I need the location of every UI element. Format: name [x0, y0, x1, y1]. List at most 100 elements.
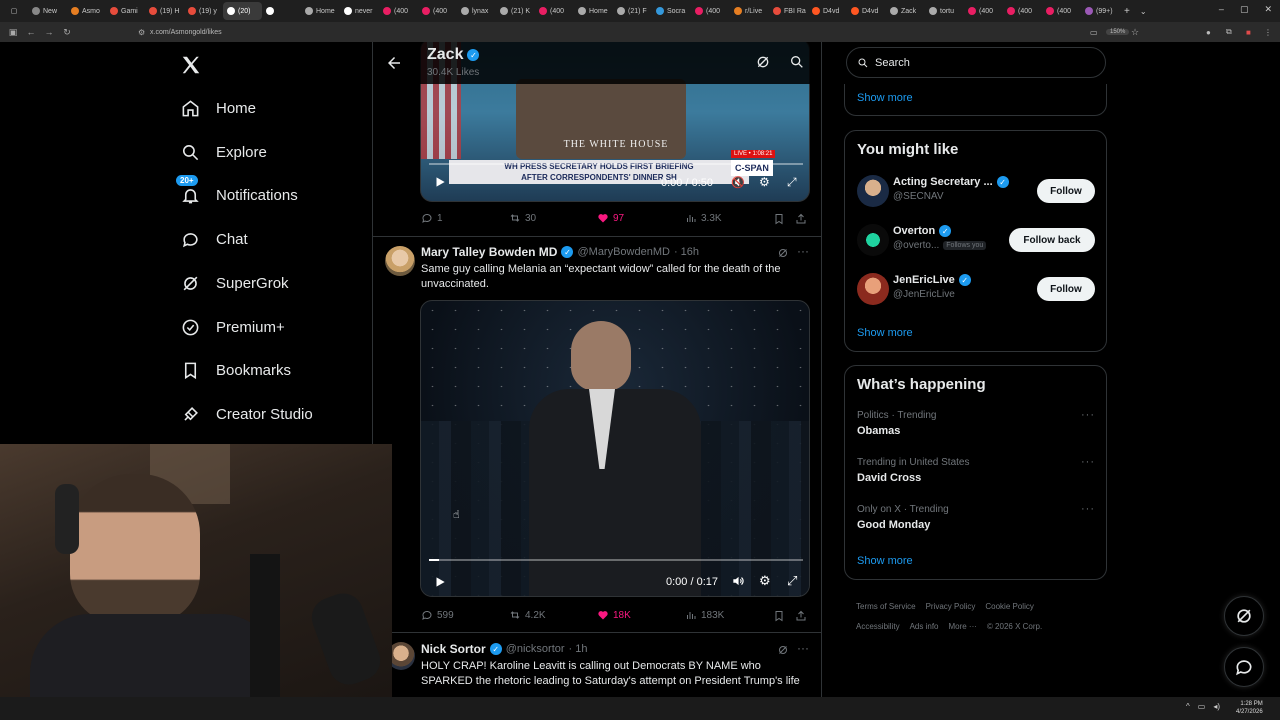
- nav-item-notifications[interactable]: 20+ Notifications: [176, 175, 298, 207]
- bookmark-icon[interactable]: [773, 212, 785, 230]
- browser-tab[interactable]: Gami: [106, 2, 145, 20]
- video-progress-bar[interactable]: [429, 559, 803, 561]
- bookmark-icon[interactable]: [773, 609, 785, 627]
- suggested-user-name[interactable]: Overton ✓: [893, 225, 952, 237]
- views-button[interactable]: 3.3K: [685, 212, 722, 224]
- browser-tab[interactable]: (400: [1042, 2, 1081, 20]
- new-tab-button[interactable]: +: [1124, 6, 1130, 17]
- play-icon[interactable]: [433, 175, 447, 194]
- browser-tab[interactable]: (19) y: [184, 2, 223, 20]
- browser-tab[interactable]: lynax: [457, 2, 496, 20]
- trend-name[interactable]: Obamas: [857, 425, 900, 437]
- settings-icon[interactable]: ⚙: [759, 175, 770, 189]
- extensions-icon[interactable]: ⧉: [1226, 27, 1232, 37]
- back-arrow-icon[interactable]: [385, 54, 403, 72]
- follow-button[interactable]: Follow: [1037, 179, 1095, 203]
- account-icon[interactable]: ●: [1206, 28, 1211, 37]
- nav-item-premium[interactable]: Premium+: [180, 315, 285, 339]
- volume-icon[interactable]: ◂): [1213, 702, 1220, 711]
- avatar[interactable]: [857, 224, 889, 256]
- grok-float-button[interactable]: [1224, 596, 1264, 636]
- more-options-icon[interactable]: ···: [1081, 409, 1095, 421]
- views-button[interactable]: 183K: [685, 609, 724, 621]
- browser-tab[interactable]: Asmo: [67, 2, 106, 20]
- browser-tab[interactable]: FBI Ra: [769, 2, 808, 20]
- browser-tab[interactable]: Zack: [886, 2, 925, 20]
- fullscreen-icon[interactable]: ⤢: [787, 573, 797, 589]
- browser-tab[interactable]: (400: [964, 2, 1003, 20]
- browser-tab[interactable]: D4vd: [847, 2, 886, 20]
- browser-tab[interactable]: Socra: [652, 2, 691, 20]
- volume-icon[interactable]: [731, 574, 745, 593]
- browser-tab[interactable]: (20): [223, 2, 262, 20]
- url-field[interactable]: x.com/Asmongold/likes: [150, 29, 222, 36]
- minimize-window-button[interactable]: –: [1219, 4, 1224, 15]
- more-options-icon[interactable]: ···: [1081, 456, 1095, 468]
- profile-icon[interactable]: ■: [1246, 28, 1251, 37]
- footer-link[interactable]: Ads info: [910, 622, 939, 631]
- browser-tab[interactable]: Home: [574, 2, 613, 20]
- browser-tab[interactable]: (21) F: [613, 2, 652, 20]
- reply-button[interactable]: 1: [421, 212, 443, 224]
- fullscreen-icon[interactable]: ⤢: [787, 175, 797, 190]
- show-more-link[interactable]: Show more: [857, 555, 913, 567]
- nav-item-bookmarks[interactable]: Bookmarks: [180, 358, 291, 382]
- browser-tab[interactable]: (400: [1003, 2, 1042, 20]
- tray-chevron-icon[interactable]: ^: [1186, 702, 1190, 711]
- browser-tab[interactable]: (19) H: [145, 2, 184, 20]
- nav-item-supergrok[interactable]: SuperGrok: [180, 271, 289, 295]
- tab-actions-icon[interactable]: ▢: [0, 7, 28, 15]
- nav-item-chat[interactable]: Chat: [180, 227, 248, 251]
- zoom-level[interactable]: 150%: [1106, 29, 1130, 35]
- browser-tab[interactable]: Home: [301, 2, 340, 20]
- browser-tab[interactable]: New: [28, 2, 67, 20]
- bookmark-star-icon[interactable]: ☆: [1131, 27, 1139, 38]
- footer-link[interactable]: More ···: [948, 622, 976, 631]
- browser-tab[interactable]: (21) K: [496, 2, 535, 20]
- search-icon[interactable]: [789, 54, 805, 75]
- network-icon[interactable]: ▭: [1198, 702, 1206, 711]
- menu-icon[interactable]: ⋮: [1264, 28, 1272, 37]
- browser-tab[interactable]: (400: [535, 2, 574, 20]
- sidebar-toggle-icon[interactable]: ▣: [4, 27, 22, 38]
- tweet-video-kimmel[interactable]: 0:00 / 0:17 ⚙ ⤢: [420, 300, 810, 597]
- show-more-link[interactable]: Show more: [857, 327, 913, 339]
- chat-float-button[interactable]: [1224, 647, 1264, 687]
- footer-link[interactable]: Cookie Policy: [985, 602, 1033, 611]
- browser-tab[interactable]: never: [340, 2, 379, 20]
- reply-button[interactable]: 599: [421, 609, 454, 621]
- browser-tab[interactable]: (400: [418, 2, 457, 20]
- browser-tab[interactable]: [262, 2, 301, 20]
- settings-icon[interactable]: ⚙: [759, 573, 771, 589]
- repost-button[interactable]: 4.2K: [509, 609, 546, 621]
- browser-tab[interactable]: D4vd: [808, 2, 847, 20]
- maximize-window-button[interactable]: ▢: [1240, 4, 1249, 15]
- site-info-icon[interactable]: ⚙: [138, 28, 145, 37]
- show-more-link[interactable]: Show more: [857, 92, 913, 104]
- reload-icon[interactable]: ↻: [58, 27, 76, 38]
- grok-icon[interactable]: [755, 54, 771, 75]
- suggested-user-name[interactable]: JenEricLive ✓: [893, 274, 971, 286]
- forward-arrow-icon[interactable]: →: [40, 27, 58, 37]
- video-progress-bar[interactable]: [429, 163, 803, 165]
- like-button[interactable]: 97: [597, 212, 624, 224]
- browser-tab[interactable]: (99+): [1081, 2, 1120, 20]
- browser-tab[interactable]: (400: [691, 2, 730, 20]
- author-name[interactable]: Nick Sortor: [421, 642, 486, 656]
- more-options-icon[interactable]: ···: [797, 244, 809, 258]
- browser-tab[interactable]: r/Live: [730, 2, 769, 20]
- browser-tab[interactable]: (400: [379, 2, 418, 20]
- like-button[interactable]: 18K: [597, 609, 631, 621]
- footer-link[interactable]: Terms of Service: [856, 602, 916, 611]
- search-input[interactable]: Search: [846, 47, 1106, 78]
- nav-item-creator-studio[interactable]: Creator Studio: [180, 402, 313, 426]
- play-icon[interactable]: [433, 575, 447, 594]
- browser-tab[interactable]: tortu: [925, 2, 964, 20]
- tab-list-chevron-icon[interactable]: ⌄: [1140, 7, 1147, 16]
- x-logo-icon[interactable]: [180, 54, 202, 76]
- footer-link[interactable]: Privacy Policy: [926, 602, 976, 611]
- author-handle[interactable]: @MaryBowdenMD: [577, 246, 669, 258]
- trend-name[interactable]: Good Monday: [857, 519, 930, 531]
- author-handle[interactable]: @nicksortor: [506, 643, 565, 655]
- mute-icon[interactable]: 🔇: [731, 176, 745, 189]
